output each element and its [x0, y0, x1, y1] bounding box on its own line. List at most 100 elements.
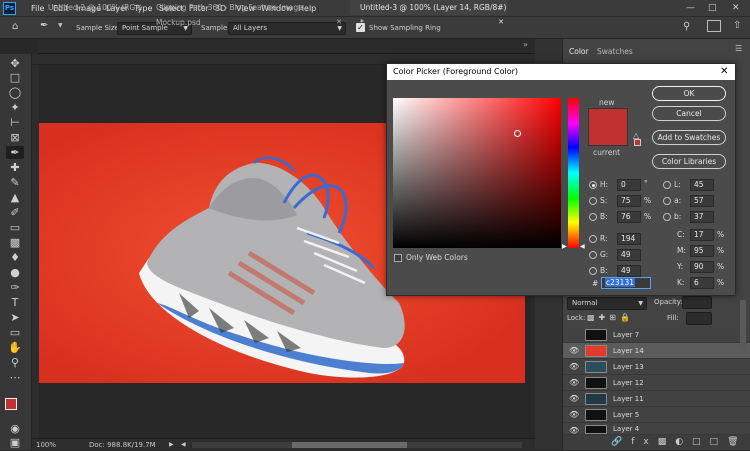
layer-row[interactable]: 👁 Layer 14	[563, 343, 750, 359]
path-select-icon[interactable]: ➤	[6, 311, 24, 324]
quick-select-icon[interactable]: ✦	[6, 101, 24, 114]
radio-lab-b[interactable]	[663, 213, 671, 221]
c-field[interactable]: 17	[690, 229, 714, 241]
home-icon[interactable]: ⌂	[12, 21, 18, 32]
workspace-icon[interactable]	[707, 20, 721, 32]
pen-tool-icon[interactable]: ✑	[6, 281, 24, 294]
minimize-icon[interactable]: —	[686, 0, 695, 16]
dodge-tool-icon[interactable]: ●	[6, 266, 24, 279]
l-field[interactable]: 45	[690, 179, 714, 191]
lab-b-field[interactable]: 37	[690, 211, 714, 223]
tab-color[interactable]: Color	[563, 44, 593, 59]
close-icon[interactable]: ✕	[336, 15, 342, 30]
layers-scrollbar[interactable]	[740, 300, 746, 350]
gradient-tool-icon[interactable]: ▩	[6, 236, 24, 249]
screen-mode-icon[interactable]: ▣	[6, 436, 24, 449]
foreground-color-swatch[interactable]	[5, 398, 17, 410]
eyedropper-preset-icon[interactable]: ✒	[40, 20, 48, 31]
hex-field[interactable]: c23131	[601, 277, 651, 289]
eraser-tool-icon[interactable]: ▭	[6, 221, 24, 234]
k-field[interactable]: 6	[690, 277, 714, 289]
maximize-icon[interactable]: □	[708, 0, 717, 16]
a-field[interactable]: 57	[690, 195, 714, 207]
layer-row[interactable]: 👁 Layer 12	[563, 375, 750, 391]
radio-l[interactable]	[663, 181, 671, 189]
layers-footer-icons[interactable]: 🔗fx▩◐□□🗑	[563, 435, 750, 450]
visibility-eye-icon[interactable]: 👁	[569, 426, 579, 435]
close-icon[interactable]: ✕	[720, 64, 728, 80]
panel-menu-icon[interactable]: ☰	[735, 44, 742, 53]
r-field[interactable]: 194	[617, 233, 641, 245]
radio-r[interactable]	[589, 235, 597, 243]
hand-tool-icon[interactable]: ✋	[6, 341, 24, 354]
layer-row[interactable]: Layer 7	[563, 327, 750, 343]
s-field[interactable]: 75	[617, 195, 641, 207]
blend-mode-select[interactable]: Normal ▼	[567, 297, 647, 310]
tab-untitled-3[interactable]: Untitled-3 @ 100% (Layer 14, RGB/8#) * ✕	[350, 0, 508, 27]
history-brush-icon[interactable]: ✐	[6, 206, 24, 219]
hue-arrow-left-icon[interactable]: ▶	[562, 243, 567, 250]
visibility-eye-icon[interactable]: 👁	[569, 346, 579, 355]
chevron-right-icon[interactable]: ▶	[169, 439, 174, 451]
tabs-overflow-icon[interactable]: »	[523, 40, 528, 49]
marquee-tool-icon[interactable]: □	[6, 71, 24, 84]
close-icon[interactable]: ✕	[498, 15, 504, 30]
g-field[interactable]: 49	[617, 249, 641, 261]
radio-g[interactable]	[589, 251, 597, 259]
visibility-eye-icon[interactable]: 👁	[569, 378, 579, 387]
scrollbar-thumb[interactable]	[292, 442, 407, 448]
only-web-colors-checkbox[interactable]	[394, 254, 402, 262]
tab-swatches[interactable]: Swatches	[597, 44, 633, 59]
move-tool-icon[interactable]: ✥	[6, 57, 24, 70]
blur-tool-icon[interactable]: ♦	[6, 251, 24, 264]
horizontal-scrollbar[interactable]	[192, 442, 522, 448]
tab-clipping-path[interactable]: Clipping Path 360 - Blog Feature Image M…	[146, 0, 346, 27]
hue-slider[interactable]	[568, 98, 579, 248]
close-icon[interactable]: ✕	[732, 0, 740, 16]
m-field[interactable]: 95	[690, 245, 714, 257]
visibility-eye-icon[interactable]: 👁	[569, 362, 579, 371]
chevron-down-icon[interactable]: ▼	[58, 22, 63, 29]
b-field[interactable]: 76	[617, 211, 641, 223]
radio-b[interactable]	[589, 213, 597, 221]
eyedropper-tool-icon[interactable]: ✒	[6, 146, 24, 159]
color-libraries-button[interactable]: Color Libraries	[652, 154, 726, 169]
type-tool-icon[interactable]: T	[6, 296, 24, 309]
clone-stamp-icon[interactable]: ▲	[6, 191, 24, 204]
search-icon[interactable]: ⚲	[683, 21, 690, 32]
y-field[interactable]: 90	[690, 261, 714, 273]
quick-mask-icon[interactable]: ◉	[6, 422, 24, 435]
layer-row[interactable]: 👁 Layer 13	[563, 359, 750, 375]
frame-tool-icon[interactable]: ⊠	[6, 131, 24, 144]
healing-brush-icon[interactable]: ✚	[6, 161, 24, 174]
opacity-input[interactable]	[682, 296, 712, 309]
visibility-eye-icon[interactable]: 👁	[569, 410, 579, 419]
crop-tool-icon[interactable]: ⊢	[6, 116, 24, 129]
brush-tool-icon[interactable]: ✎	[6, 176, 24, 189]
fill-input[interactable]	[686, 312, 712, 325]
visibility-eye-icon[interactable]: 👁	[569, 394, 579, 403]
radio-h[interactable]	[589, 181, 597, 189]
share-icon[interactable]: ⇧	[733, 20, 741, 31]
radio-a[interactable]	[663, 197, 671, 205]
lock-icons[interactable]: ▩✚⊞🔒	[587, 313, 634, 322]
more-tools-icon[interactable]: ⋯	[6, 371, 24, 384]
color-cursor[interactable]	[514, 130, 521, 137]
scroll-left-icon[interactable]: ◀	[181, 439, 186, 451]
close-icon[interactable]: ✕	[136, 0, 142, 15]
zoom-level[interactable]: 100%	[36, 439, 56, 451]
hue-arrow-right-icon[interactable]: ◀	[580, 243, 585, 250]
blue-field[interactable]: 49	[617, 265, 641, 277]
shape-tool-icon[interactable]: ▭	[6, 326, 24, 339]
layer-row[interactable]: 👁 Layer 4	[563, 423, 750, 435]
zoom-tool-icon[interactable]: ⚲	[6, 356, 24, 369]
h-field[interactable]: 0	[617, 179, 641, 191]
ok-button[interactable]: OK	[652, 86, 726, 101]
add-to-swatches-button[interactable]: Add to Swatches	[652, 130, 726, 145]
saturation-brightness-field[interactable]	[393, 98, 561, 248]
radio-s[interactable]	[589, 197, 597, 205]
lasso-tool-icon[interactable]: ◯	[6, 86, 24, 99]
cancel-button[interactable]: Cancel	[652, 106, 726, 121]
tab-untitled-2[interactable]: Untitled-2 @ 100% (RG... ✕	[38, 0, 146, 15]
radio-blue[interactable]	[589, 267, 597, 275]
